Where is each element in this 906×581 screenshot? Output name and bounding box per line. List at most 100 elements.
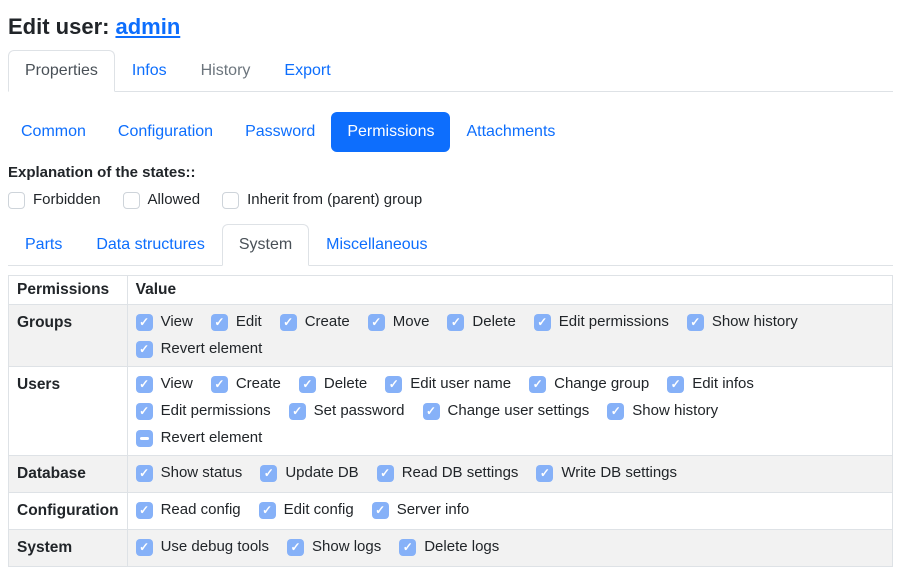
- tab-parts[interactable]: Parts: [8, 224, 79, 266]
- permission-line: Revert element: [136, 339, 884, 359]
- checkbox-label: Show history: [712, 312, 798, 332]
- checkbox-view-checked[interactable]: [136, 314, 153, 331]
- permission-option-inherit-from-parent-group: Inherit from (parent) group: [222, 190, 422, 210]
- checkbox-read-db-settings-checked[interactable]: [377, 465, 394, 482]
- checkbox-delete-checked[interactable]: [299, 376, 316, 393]
- checkbox-server-info-checked[interactable]: [372, 502, 389, 519]
- table-row-system: SystemUse debug toolsShow logsDelete log…: [9, 530, 893, 567]
- tab-configuration[interactable]: Configuration: [102, 112, 229, 152]
- permission-option-show-status: Show status: [136, 463, 243, 483]
- permission-option-revert-element: Revert element: [136, 428, 263, 448]
- edited-user-link[interactable]: admin: [115, 14, 180, 39]
- checkbox-label: Move: [393, 312, 430, 332]
- checkbox-read-config-checked[interactable]: [136, 502, 153, 519]
- column-header-permissions: Permissions: [9, 276, 128, 305]
- permission-option-change-group: Change group: [529, 374, 649, 394]
- tab-permissions[interactable]: Permissions: [331, 112, 450, 152]
- table-header-row: Permissions Value: [9, 276, 893, 305]
- permission-option-create: Create: [280, 312, 350, 332]
- checkbox-label: Delete logs: [424, 537, 499, 557]
- permission-option-use-debug-tools: Use debug tools: [136, 537, 269, 557]
- permission-tab-bar: PartsData structuresSystemMiscellaneous: [8, 224, 893, 266]
- category-cell-users: Users: [9, 367, 128, 456]
- checkbox-edit-checked[interactable]: [211, 314, 228, 331]
- permission-option-set-password: Set password: [289, 401, 405, 421]
- tab-password[interactable]: Password: [229, 112, 331, 152]
- checkbox-label: Server info: [397, 500, 470, 520]
- value-cell-database: Show statusUpdate DBRead DB settingsWrit…: [127, 456, 892, 493]
- permission-option-edit-permissions: Edit permissions: [534, 312, 669, 332]
- checkbox-label: Read DB settings: [402, 463, 519, 483]
- checkbox-show-history-checked[interactable]: [687, 314, 704, 331]
- permission-option-allowed: Allowed: [123, 190, 201, 210]
- checkbox-show-logs-checked[interactable]: [287, 539, 304, 556]
- checkbox-label: Revert element: [161, 339, 263, 359]
- checkbox-label: Show status: [161, 463, 243, 483]
- checkbox-label: Edit user name: [410, 374, 511, 394]
- checkbox-edit-user-name-checked[interactable]: [385, 376, 402, 393]
- permission-option-view: View: [136, 374, 193, 394]
- checkbox-create-checked[interactable]: [211, 376, 228, 393]
- checkbox-edit-permissions-checked[interactable]: [534, 314, 551, 331]
- checkbox-label: View: [161, 374, 193, 394]
- tab-properties[interactable]: Properties: [8, 50, 115, 92]
- tab-miscellaneous[interactable]: Miscellaneous: [309, 224, 444, 266]
- checkbox-write-db-settings-checked[interactable]: [536, 465, 553, 482]
- permission-option-write-db-settings: Write DB settings: [536, 463, 677, 483]
- checkbox-set-password-checked[interactable]: [289, 403, 306, 420]
- checkbox-allowed-unchecked[interactable]: [123, 192, 140, 209]
- permission-option-move: Move: [368, 312, 430, 332]
- tab-export[interactable]: Export: [267, 50, 347, 92]
- permission-option-delete: Delete: [447, 312, 515, 332]
- tab-system[interactable]: System: [222, 224, 309, 266]
- checkbox-move-checked[interactable]: [368, 314, 385, 331]
- checkbox-show-status-checked[interactable]: [136, 465, 153, 482]
- checkbox-edit-config-checked[interactable]: [259, 502, 276, 519]
- permission-option-show-history: Show history: [687, 312, 798, 332]
- permission-option-read-config: Read config: [136, 500, 241, 520]
- permission-option-server-info: Server info: [372, 500, 470, 520]
- permission-option-delete: Delete: [299, 374, 367, 394]
- checkbox-label: Change user settings: [448, 401, 590, 421]
- permission-line: Revert element: [136, 428, 884, 448]
- checkbox-create-checked[interactable]: [280, 314, 297, 331]
- tab-common[interactable]: Common: [5, 112, 102, 152]
- checkbox-inherit-from-parent-group-unchecked[interactable]: [222, 192, 239, 209]
- checkbox-delete-checked[interactable]: [447, 314, 464, 331]
- table-row-groups: GroupsViewEditCreateMoveDeleteEdit permi…: [9, 305, 893, 367]
- tab-infos[interactable]: Infos: [115, 50, 184, 92]
- checkbox-edit-infos-checked[interactable]: [667, 376, 684, 393]
- table-row-users: UsersViewCreateDeleteEdit user nameChang…: [9, 367, 893, 456]
- checkbox-edit-permissions-checked[interactable]: [136, 403, 153, 420]
- checkbox-change-user-settings-checked[interactable]: [423, 403, 440, 420]
- checkbox-label: Inherit from (parent) group: [247, 190, 422, 210]
- table-row-database: DatabaseShow statusUpdate DBRead DB sett…: [9, 456, 893, 493]
- checkbox-revert-element-checked[interactable]: [136, 341, 153, 358]
- permission-option-view: View: [136, 312, 193, 332]
- table-row-configuration: ConfigurationRead configEdit configServe…: [9, 493, 893, 530]
- permission-line: Read config Edit config Server info: [136, 500, 884, 520]
- checkbox-show-history-checked[interactable]: [607, 403, 624, 420]
- tab-history[interactable]: History: [184, 50, 268, 92]
- checkbox-label: Delete: [472, 312, 515, 332]
- checkbox-use-debug-tools-checked[interactable]: [136, 539, 153, 556]
- checkbox-label: Delete: [324, 374, 367, 394]
- checkbox-view-checked[interactable]: [136, 376, 153, 393]
- permission-option-revert-element: Revert element: [136, 339, 263, 359]
- permission-option-read-db-settings: Read DB settings: [377, 463, 519, 483]
- permission-option-forbidden: Forbidden: [8, 190, 101, 210]
- permission-line: Edit permissionsSet passwordChange user …: [136, 401, 884, 421]
- checkbox-change-group-checked[interactable]: [529, 376, 546, 393]
- permission-option-change-user-settings: Change user settings: [423, 401, 590, 421]
- main-tab-bar: PropertiesInfosHistoryExport: [8, 50, 893, 92]
- tab-data-structures[interactable]: Data structures: [79, 224, 221, 266]
- checkbox-update-db-checked[interactable]: [260, 465, 277, 482]
- permissions-table-body: GroupsViewEditCreateMoveDeleteEdit permi…: [9, 305, 893, 567]
- tab-attachments[interactable]: Attachments: [450, 112, 571, 152]
- permission-option-edit-config: Edit config: [259, 500, 354, 520]
- page-title-text: Edit user:: [8, 14, 109, 39]
- checkbox-forbidden-unchecked[interactable]: [8, 192, 25, 209]
- checkbox-revert-element-indeterminate[interactable]: [136, 430, 153, 447]
- permission-option-delete-logs: Delete logs: [399, 537, 499, 557]
- checkbox-delete-logs-checked[interactable]: [399, 539, 416, 556]
